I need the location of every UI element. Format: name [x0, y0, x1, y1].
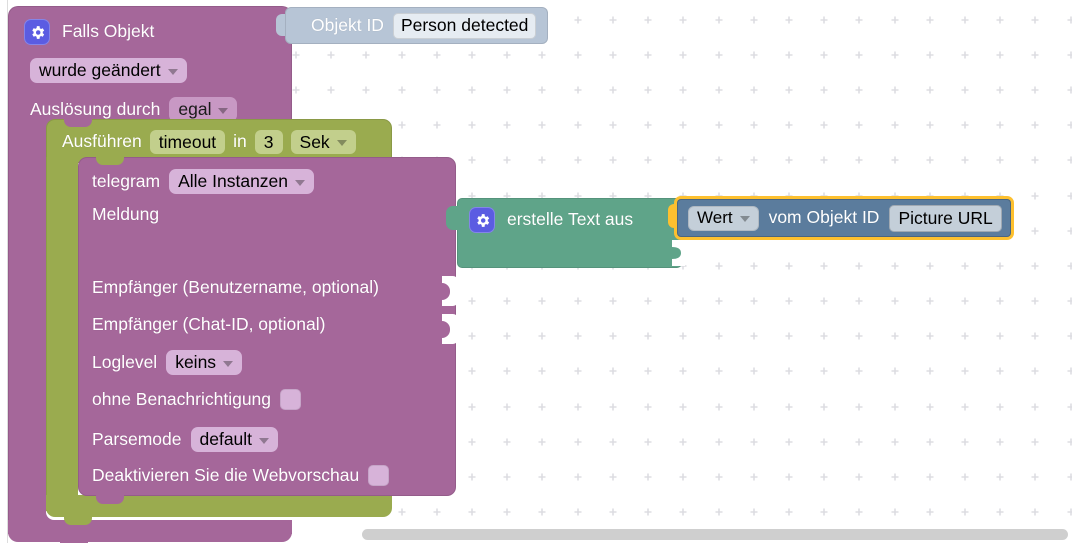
chevron-down-icon [259, 437, 270, 444]
gear-icon[interactable] [469, 207, 495, 233]
ausfuehren-previous-connector [64, 119, 92, 127]
erstelle-text-output-tab [446, 206, 459, 230]
telegram-loglevel-row: Loglevel keins [92, 350, 243, 375]
telegram-silent-checkbox[interactable] [280, 389, 302, 410]
telegram-webpreview-label: Deaktivieren Sie die Webvorschau [92, 464, 360, 485]
telegram-loglevel-label: Loglevel [92, 351, 158, 372]
telegram-message-label: Meldung [92, 204, 160, 224]
object-id-label: Objekt ID [311, 14, 384, 35]
erstelle-text-second-socket[interactable] [672, 240, 685, 266]
telegram-recipient-chatid-label: Empfänger (Chat-ID, optional) [92, 314, 326, 334]
toolbox-flyout-edge [0, 0, 8, 543]
blockly-workspace[interactable]: Objekt ID Person detected Falls Objekt w… [0, 0, 1072, 543]
ausfuehren-in-label: in [233, 131, 247, 152]
horizontal-scrollbar[interactable] [0, 525, 1072, 543]
telegram-loglevel-value: keins [175, 352, 217, 372]
wert-property-dropdown[interactable]: Wert [688, 205, 759, 231]
wert-selection-highlight: Wert vom Objekt ID Picture URL [674, 196, 1014, 240]
chevron-down-icon [739, 216, 750, 222]
erstelle-text-aus-block[interactable]: erstelle Text aus [446, 198, 685, 268]
ausfuehren-next-connector [64, 515, 92, 525]
telegram-silent-row: ohne Benachrichtigung [92, 388, 302, 410]
erstelle-text-header: erstelle Text aus [469, 207, 633, 233]
telegram-parsemode-row: Parsemode default [92, 427, 279, 452]
telegram-recipient-username-row: Empfänger (Benutzername, optional) [92, 277, 379, 297]
telegram-recipient-chatid-socket[interactable] [441, 314, 458, 344]
chevron-down-icon [223, 360, 234, 367]
telegram-sendto-block[interactable]: telegram Alle Instanzen Meldung Empfänge… [78, 157, 458, 504]
timeout-variable-value: timeout [158, 131, 217, 152]
telegram-message-row: Meldung [92, 204, 160, 224]
telegram-instance-dropdown[interactable]: Alle Instanzen [169, 169, 315, 194]
wert-property-value: Wert [697, 208, 733, 227]
object-id-value-field[interactable]: Person detected [392, 12, 537, 39]
telegram-recipient-chatid-row: Empfänger (Chat-ID, optional) [92, 314, 326, 334]
telegram-instance-row: telegram Alle Instanzen [92, 169, 315, 194]
wert-middle-label: vom Objekt ID [768, 207, 880, 228]
telegram-previous-connector [96, 157, 124, 165]
telegram-parsemode-label: Parsemode [92, 428, 182, 449]
source-value: egal [178, 99, 212, 119]
object-id-value-block[interactable]: Objekt ID Person detected [276, 7, 549, 44]
timeout-variable-field[interactable]: timeout [149, 130, 226, 154]
chevron-down-icon [295, 179, 306, 186]
telegram-parsemode-dropdown[interactable]: default [190, 427, 279, 452]
wert-vom-objekt-id-block[interactable]: Wert vom Objekt ID Picture URL [668, 196, 1014, 240]
timeout-unit-dropdown[interactable]: Sek [290, 130, 356, 154]
telegram-title: telegram [92, 170, 161, 191]
telegram-parsemode-value: default [199, 429, 253, 449]
wert-object-id-field[interactable]: Picture URL [889, 204, 1002, 232]
source-label: Auslösung durch [30, 98, 161, 119]
telegram-loglevel-dropdown[interactable]: keins [166, 350, 243, 375]
timeout-delay-field[interactable]: 3 [254, 130, 283, 154]
timeout-unit-value: Sek [299, 131, 330, 152]
falls-objekt-title: Falls Objekt [62, 21, 155, 42]
chevron-down-icon [218, 107, 229, 114]
telegram-instance-value: Alle Instanzen [178, 171, 289, 191]
telegram-recipient-username-label: Empfänger (Benutzername, optional) [92, 277, 379, 297]
change-mode-value: wurde geändert [39, 60, 161, 80]
gear-icon[interactable] [24, 19, 50, 45]
erstelle-text-title: erstelle Text aus [507, 209, 634, 230]
falls-objekt-change-mode-dropdown[interactable]: wurde geändert [30, 58, 187, 83]
telegram-webpreview-checkbox[interactable] [368, 465, 390, 486]
telegram-silent-label: ohne Benachrichtigung [92, 388, 272, 409]
ausfuehren-header-row: Ausführen timeout in 3 Sek [62, 130, 356, 154]
ausfuehren-statement-spine [46, 157, 78, 511]
telegram-recipient-username-socket[interactable] [441, 276, 458, 306]
chevron-down-icon [336, 140, 347, 146]
horizontal-scrollbar-thumb[interactable] [362, 529, 1068, 540]
telegram-next-connector [96, 494, 124, 504]
chevron-down-icon [167, 68, 178, 75]
telegram-webpreview-row: Deaktivieren Sie die Webvorschau [92, 464, 390, 486]
ausfuehren-prefix: Ausführen [62, 131, 142, 152]
falls-objekt-header: Falls Objekt [24, 19, 154, 45]
